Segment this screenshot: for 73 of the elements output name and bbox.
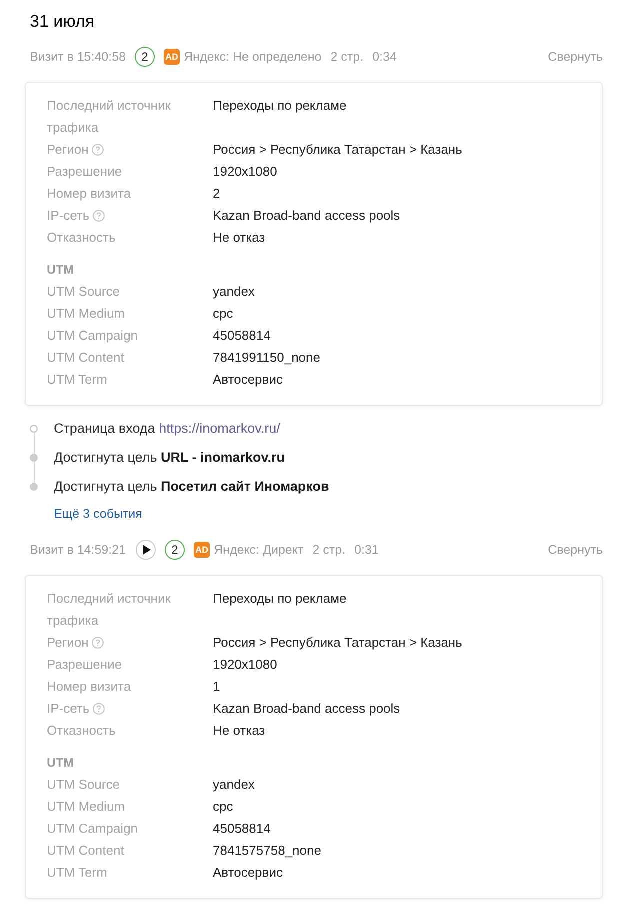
count-badge: 2 (165, 540, 186, 560)
utm-value: 7841991150_none (213, 349, 322, 367)
detail-value: 1920x1080 (213, 163, 278, 181)
detail-label: Последний источник трафика (47, 590, 172, 630)
event-text: Достигнута цель Посетил сайт Иномарков (54, 479, 330, 494)
utm-value: 7841575758_none (213, 842, 322, 860)
ad-badge: AD (164, 49, 180, 65)
utm-value: Автосервис (213, 864, 284, 882)
detail-value: Россия > Республика Татарстан > Казань (213, 141, 464, 159)
timeline-dot-icon (30, 454, 38, 462)
detail-value: Переходы по рекламе (213, 97, 348, 115)
detail-label: Номер визита (47, 678, 132, 696)
timeline-circle-icon (30, 424, 38, 432)
utm-heading: UTM (47, 755, 76, 772)
utm-value: yandex (213, 283, 256, 301)
utm-label: UTM Source (47, 283, 120, 301)
detail-value: Kazan Broad-band access pools (213, 207, 402, 225)
date-heading: 31 июля (30, 11, 96, 33)
utm-label: UTM Term (47, 864, 108, 882)
detail-value: 2 (213, 185, 222, 203)
ad-badge: AD (194, 542, 210, 558)
utm-value: yandex (213, 776, 256, 794)
traffic-source: Яндекс: Не определено (184, 50, 322, 64)
detail-value: Не отказ (213, 722, 266, 740)
utm-label: UTM Term (47, 371, 108, 389)
detail-label: IP-сеть (47, 207, 90, 225)
detail-value: 1920x1080 (213, 656, 278, 674)
detail-label: Разрешение (47, 163, 122, 181)
utm-value: Автосервис (213, 371, 284, 389)
detail-label: Разрешение (47, 656, 122, 674)
utm-label: UTM Medium (47, 798, 126, 816)
visit-time: Визит в 15:40:58 (30, 50, 126, 64)
utm-label: UTM Content (47, 349, 124, 367)
utm-value: cpc (213, 798, 234, 816)
entry-page-link[interactable]: https://inomarkov.ru/ (159, 421, 280, 436)
utm-label: UTM Source (47, 776, 120, 794)
detail-value: Переходы по рекламе (213, 590, 348, 608)
count-badge: 2 (135, 47, 156, 67)
event-text: Достигнута цель URL - inomarkov.ru (54, 450, 286, 465)
play-button[interactable] (136, 540, 156, 560)
timeline-dot-icon (30, 482, 38, 490)
play-icon (143, 545, 152, 555)
page-count: 2 стр. (330, 50, 364, 64)
detail-value: 1 (213, 678, 222, 696)
detail-label: Отказность (47, 722, 116, 740)
detail-label: Отказность (47, 229, 116, 247)
help-icon[interactable] (92, 144, 104, 156)
detail-label: IP-сеть (47, 700, 90, 718)
utm-value: cpc (213, 305, 234, 323)
utm-label: UTM Campaign (47, 820, 138, 838)
traffic-source: Яндекс: Директ (214, 543, 304, 557)
utm-value: 45058814 (213, 820, 272, 838)
utm-label: UTM Campaign (47, 327, 138, 345)
detail-label: Регион (47, 141, 89, 159)
utm-heading: UTM (47, 262, 76, 279)
detail-label: Номер визита (47, 185, 132, 203)
visit-duration: 0:31 (354, 543, 379, 557)
utm-value: 45058814 (213, 327, 272, 345)
help-icon[interactable] (92, 637, 104, 649)
detail-value: Не отказ (213, 229, 266, 247)
utm-label: UTM Content (47, 842, 124, 860)
detail-label: Регион (47, 634, 89, 652)
utm-label: UTM Medium (47, 305, 126, 323)
visit-time: Визит в 14:59:21 (30, 543, 126, 557)
visit-duration: 0:34 (372, 50, 397, 64)
more-events-link[interactable]: Ещё 3 события (54, 507, 142, 521)
detail-value: Kazan Broad-band access pools (213, 700, 402, 718)
detail-value: Россия > Республика Татарстан > Казань (213, 634, 464, 652)
detail-label: Последний источник трафика (47, 97, 172, 137)
help-icon[interactable] (92, 703, 105, 715)
help-icon[interactable] (92, 210, 105, 222)
page-count: 2 стр. (312, 543, 346, 557)
event-text: Страница входа https://inomarkov.ru/ (54, 421, 280, 436)
